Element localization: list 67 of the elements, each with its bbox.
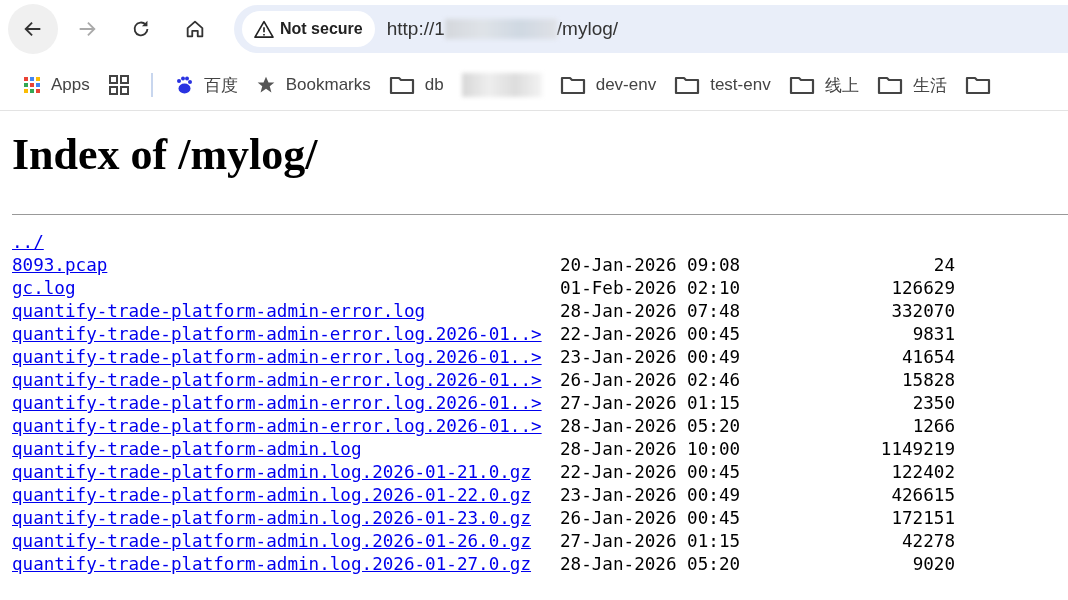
bookmark-item[interactable]: Bookmarks [248, 71, 378, 99]
modified-date: 28-Jan-2026 07:48 [560, 300, 742, 323]
modified-date: 27-Jan-2026 01:15 [560, 530, 742, 553]
file-size: 126629 [890, 277, 955, 300]
file-link[interactable]: quantify-trade-platform-admin-error.log.2026-01..> [12, 415, 560, 438]
file-link[interactable]: quantify-trade-platform-admin.log.2026-01-23.0.gz [12, 507, 560, 530]
file-size: 172151 [890, 507, 955, 530]
folder-icon [559, 75, 586, 95]
address-bar[interactable]: Not secure http://1 /mylog/ [234, 5, 1068, 53]
folder-icon [788, 75, 815, 95]
bookmark-item[interactable]: 生活 [869, 69, 954, 101]
file-size: 122402 [890, 461, 955, 484]
modified-date: 20-Jan-2026 09:08 [560, 254, 742, 277]
warning-icon [254, 20, 274, 38]
url-text: /mylog/ [556, 18, 619, 40]
modified-date: 01-Feb-2026 02:10 [560, 277, 742, 300]
file-link[interactable]: quantify-trade-platform-admin.log.2026-01-22.0.gz [12, 484, 560, 507]
file-size: 24 [932, 254, 955, 277]
file-size: 9831 [911, 323, 955, 346]
bookmark-item[interactable]: 百度 [166, 69, 245, 101]
file-link[interactable]: quantify-trade-platform-admin.log.2026-01-26.0.gz [12, 530, 560, 553]
modified-date: 28-Jan-2026 05:20 [560, 415, 742, 438]
security-chip[interactable]: Not secure [242, 11, 375, 47]
file-link[interactable]: quantify-trade-platform-admin.log [12, 438, 560, 461]
modified-date: 23-Jan-2026 00:49 [560, 484, 742, 507]
file-link[interactable]: quantify-trade-platform-admin-error.log.2026-01..> [12, 369, 560, 392]
folder-icon [876, 75, 903, 95]
apps-grid-icon [23, 76, 41, 94]
file-link[interactable]: quantify-trade-platform-admin-error.log [12, 300, 560, 323]
bookmark-item[interactable]: test-env [667, 71, 778, 99]
file-link[interactable]: quantify-trade-platform-admin.log.2026-01-21.0.gz [12, 461, 560, 484]
grid-icon [107, 74, 130, 96]
file-size: 41654 [901, 346, 955, 369]
file-link[interactable]: quantify-trade-platform-admin-error.log.2026-01..> [12, 323, 560, 346]
modified-date: 26-Jan-2026 00:45 [560, 507, 742, 530]
folder-icon [674, 75, 701, 95]
file-size: 332070 [890, 300, 955, 323]
file-size: 2350 [911, 392, 955, 415]
file-link[interactable]: quantify-trade-platform-admin-error.log.2026-01..> [12, 346, 560, 369]
back-button[interactable] [8, 4, 58, 54]
file-size: 1149219 [879, 438, 955, 461]
page-heading: Index of /mylog/ [12, 129, 319, 180]
file-size: 426615 [890, 484, 955, 507]
modified-date: 26-Jan-2026 02:46 [560, 369, 742, 392]
file-link[interactable]: ../ [12, 231, 560, 254]
file-link[interactable]: quantify-trade-platform-admin-error.log.2026-01..> [12, 392, 560, 415]
modified-date: 22-Jan-2026 00:45 [560, 461, 742, 484]
bookmark-item[interactable]: 线上 [781, 69, 866, 101]
file-size: 15828 [901, 369, 955, 392]
modified-date: 27-Jan-2026 01:15 [560, 392, 742, 415]
file-size: 1266 [911, 415, 955, 438]
modified-date: 28-Jan-2026 05:20 [560, 553, 742, 576]
modified-date: 22-Jan-2026 00:45 [560, 323, 742, 346]
file-link[interactable]: quantify-trade-platform-admin.log.2026-01-27.0.gz [12, 553, 560, 576]
apps-button[interactable]: Apps [16, 71, 97, 99]
file-link[interactable]: 8093.pcap [12, 254, 560, 277]
folder-icon [964, 75, 991, 95]
file-size: 42278 [901, 530, 955, 553]
bookmark-item[interactable]: dev-env [552, 71, 664, 99]
modified-date: 23-Jan-2026 00:49 [560, 346, 742, 369]
home-icon [184, 18, 206, 40]
bookmark-item[interactable]: db [381, 71, 451, 99]
file-link[interactable]: gc.log [12, 277, 560, 300]
folder-icon [388, 75, 415, 95]
file-size: 9020 [911, 553, 955, 576]
url-text: http://1 [386, 18, 445, 40]
modified-date: 28-Jan-2026 10:00 [560, 438, 742, 461]
